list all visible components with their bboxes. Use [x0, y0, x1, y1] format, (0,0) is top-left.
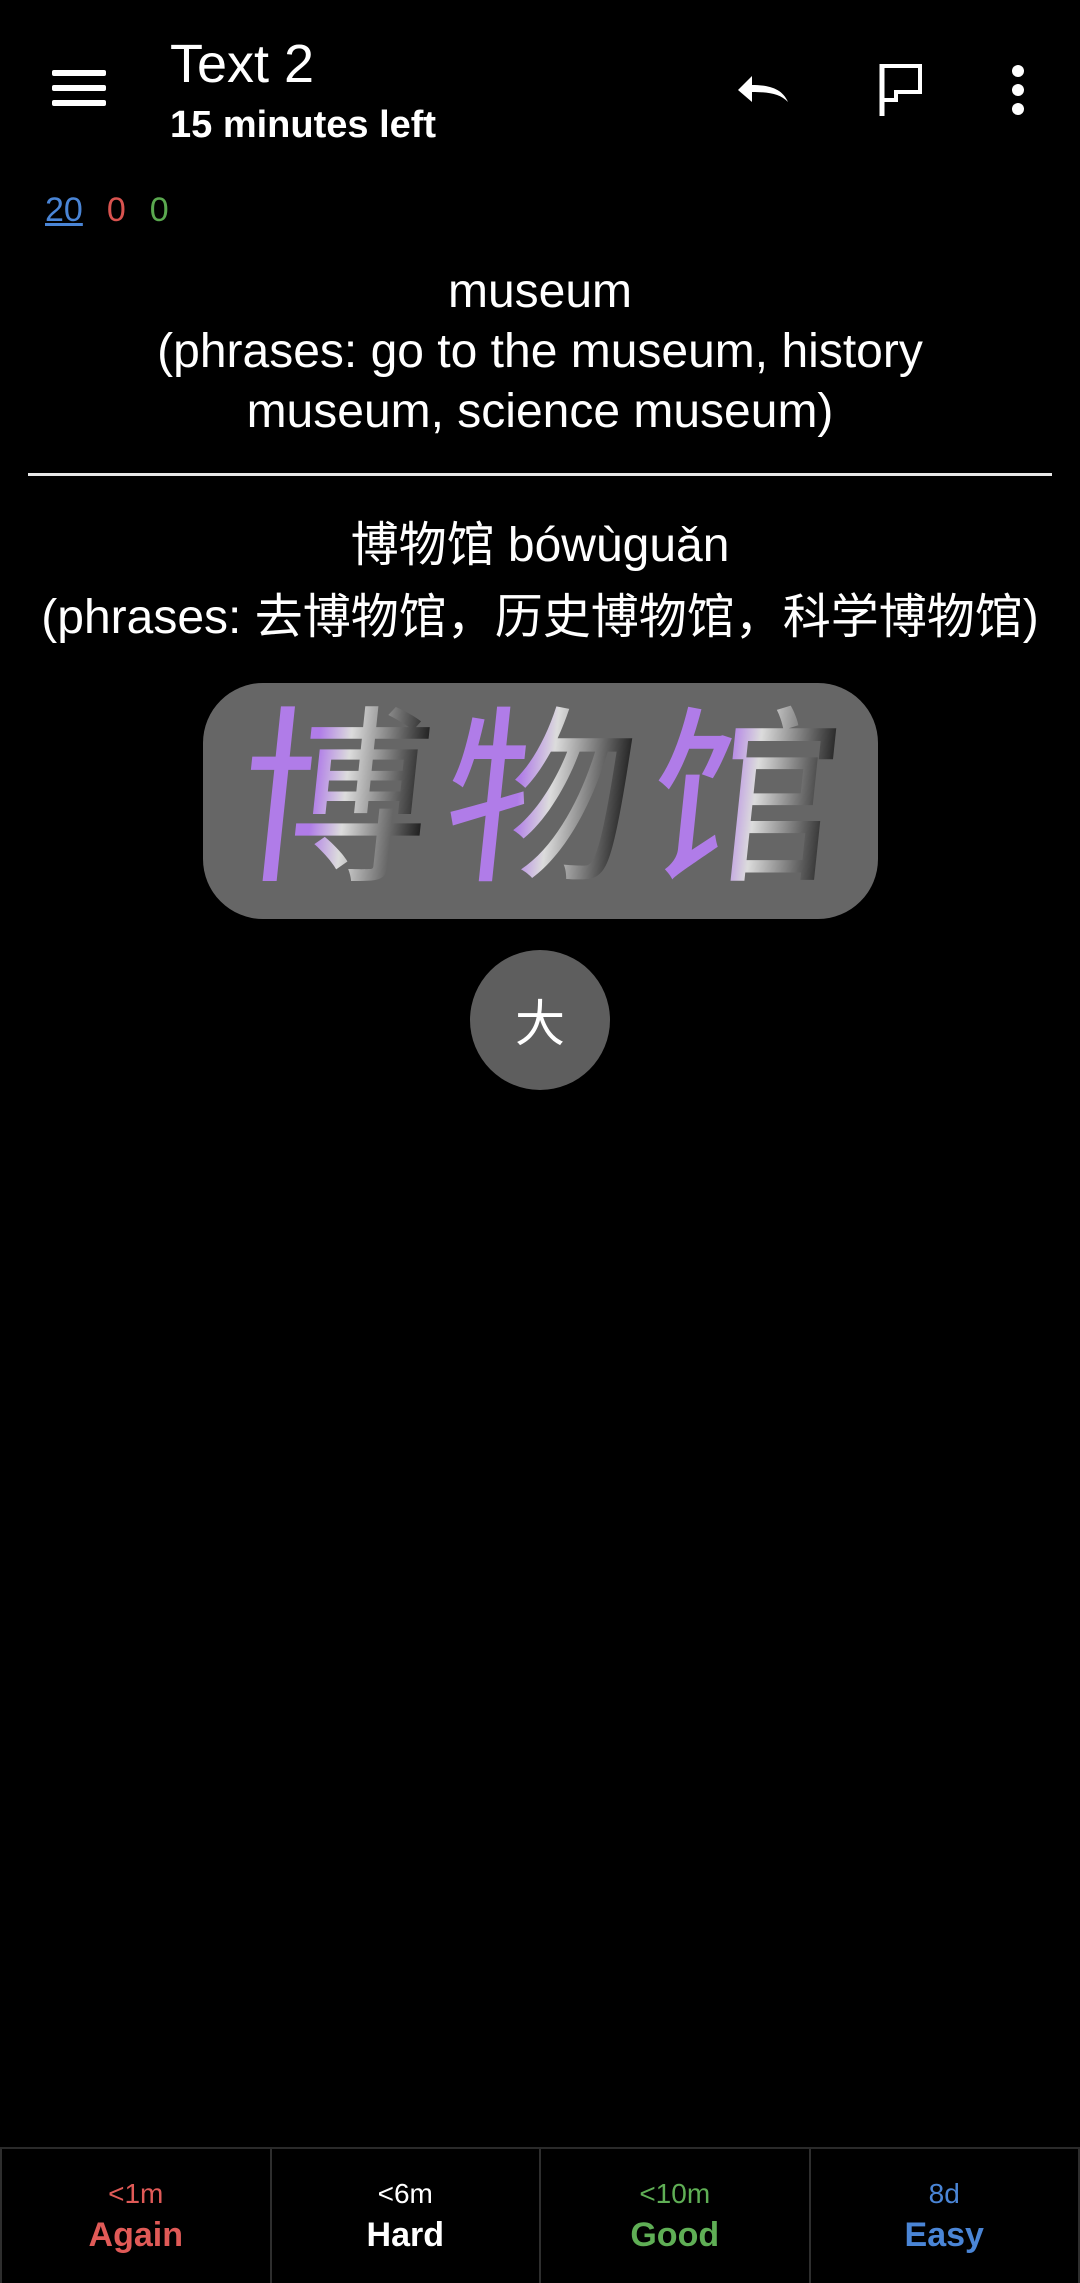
- card-answer: 博物馆 bówùguǎn (phrases: 去博物馆，历史博物馆，科学博物馆): [0, 510, 1080, 654]
- hard-interval: <6m: [377, 2178, 433, 2209]
- easy-button[interactable]: 8d Easy: [811, 2149, 1080, 2283]
- undo-icon[interactable]: [722, 50, 802, 130]
- menu-icon[interactable]: [38, 56, 120, 120]
- flag-icon[interactable]: [862, 50, 942, 130]
- menu-icon-bar: [52, 70, 106, 76]
- hanzi-char: 物: [433, 690, 648, 911]
- hard-button[interactable]: <6m Hard: [272, 2149, 541, 2283]
- good-interval: <10m: [639, 2178, 711, 2209]
- good-button[interactable]: <10m Good: [541, 2149, 811, 2283]
- card-counts: 20 0 0: [45, 186, 169, 234]
- question-phrases: (phrases: go to the museum, history muse…: [157, 325, 923, 438]
- hanzi-char: 馆: [638, 690, 853, 911]
- more-vert-icon[interactable]: [978, 50, 1058, 130]
- toolbar: Text 2 15 minutes left: [0, 0, 1080, 170]
- time-left: 15 minutes left: [170, 104, 437, 146]
- hanzi-char: 博: [228, 690, 443, 911]
- title-block: Text 2 15 minutes left: [170, 32, 436, 148]
- easy-label: Easy: [904, 2216, 984, 2254]
- easy-interval: 8d: [928, 2178, 960, 2209]
- learning-count: 0: [106, 191, 126, 229]
- again-interval: <1m: [108, 2178, 164, 2209]
- hard-label: Hard: [366, 2216, 444, 2254]
- review-count: 0: [149, 191, 169, 229]
- stroke-order-display[interactable]: 博 物 馆: [203, 683, 878, 919]
- menu-icon-bar: [52, 100, 106, 106]
- deck-title: Text 2: [170, 34, 315, 94]
- enlarge-button[interactable]: 大: [470, 950, 610, 1090]
- question-word: museum: [447, 265, 633, 318]
- new-count[interactable]: 20: [45, 186, 83, 234]
- answer-hanzi-pinyin: 博物馆 bówùguǎn: [350, 519, 730, 572]
- again-label: Again: [88, 2216, 183, 2254]
- answer-buttons: <1m Again <6m Hard <10m Good 8d Easy: [0, 2147, 1080, 2283]
- answer-divider: [28, 473, 1052, 476]
- reviewer-screen: Text 2 15 minutes left 20 0 0 museum (ph…: [0, 0, 1080, 2283]
- good-label: Good: [630, 2216, 720, 2254]
- card-question: museum (phrases: go to the museum, histo…: [0, 262, 1080, 442]
- again-button[interactable]: <1m Again: [0, 2149, 272, 2283]
- answer-phrases: (phrases: 去博物馆，历史博物馆，科学博物馆): [41, 591, 1039, 644]
- menu-icon-bar: [52, 85, 106, 91]
